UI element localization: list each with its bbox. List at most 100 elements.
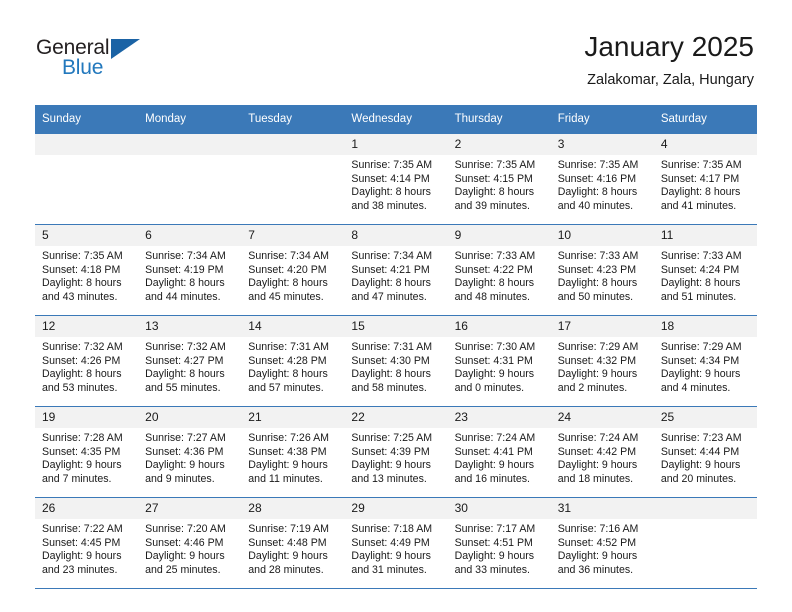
calendar-week-row: 26 Sunrise: 7:22 AM Sunset: 4:45 PM Dayligh… <box>35 497 757 589</box>
calendar-day-cell[interactable]: 15 Sunrise: 7:31 AM Sunset: 4:30 PM Dayligh… <box>344 315 448 407</box>
sunset-time: Sunset: 4:39 PM <box>351 445 430 458</box>
calendar-day-cell[interactable]: 26 Sunrise: 7:22 AM Sunset: 4:45 PM Dayligh… <box>35 497 139 589</box>
day-number: 10 <box>550 225 654 246</box>
daylight-hours: Daylight: 9 hours <box>557 459 638 472</box>
calendar-day-cell[interactable]: 16 Sunrise: 7:30 AM Sunset: 4:31 PM Dayligh… <box>447 315 551 407</box>
day-number: 27 <box>138 498 242 519</box>
day-number: 5 <box>35 225 139 246</box>
calendar-cell-empty <box>138 133 242 225</box>
calendar-day-cell[interactable]: 12 Sunrise: 7:32 AM Sunset: 4:26 PM Dayligh… <box>35 315 139 407</box>
calendar-day-cell[interactable]: 24 Sunrise: 7:24 AM Sunset: 4:42 PM Dayligh… <box>550 406 654 498</box>
day-details: Sunrise: 7:22 AM Sunset: 4:45 PM Daylight:… <box>35 519 138 577</box>
day-details: Sunrise: 7:32 AM Sunset: 4:26 PM Daylight:… <box>35 337 138 395</box>
day-details: Sunrise: 7:35 AM Sunset: 4:17 PM Daylight:… <box>654 155 757 213</box>
logo-text-blue: Blue <box>62 56 104 79</box>
sunrise-time: Sunrise: 7:32 AM <box>145 341 226 353</box>
daylight-hours: Daylight: 9 hours <box>42 550 122 563</box>
daylight-minutes: and 44 minutes. <box>145 290 221 303</box>
day-details: Sunrise: 7:31 AM Sunset: 4:28 PM Daylight:… <box>241 337 344 395</box>
title-block: January 2025 Zalakomar, Zala, Hungary <box>584 30 754 90</box>
daylight-hours: Daylight: 8 hours <box>660 186 741 199</box>
calendar-day-cell[interactable]: 23 Sunrise: 7:24 AM Sunset: 4:41 PM Dayligh… <box>447 406 551 498</box>
day-details: Sunrise: 7:16 AM Sunset: 4:52 PM Daylight:… <box>551 519 654 577</box>
daylight-minutes: and 11 minutes. <box>248 472 323 485</box>
daylight-hours: Daylight: 8 hours <box>248 368 328 381</box>
sunrise-time: Sunrise: 7:32 AM <box>42 341 123 353</box>
sunset-time: Sunset: 4:49 PM <box>351 536 430 549</box>
calendar-day-cell[interactable]: 22 Sunrise: 7:25 AM Sunset: 4:39 PM Dayligh… <box>344 406 448 498</box>
daylight-hours: Daylight: 9 hours <box>351 459 431 472</box>
day-number: 4 <box>653 134 757 155</box>
calendar-day-cell[interactable]: 4 Sunrise: 7:35 AM Sunset: 4:17 PM Daylight… <box>653 133 757 225</box>
daylight-hours: Daylight: 9 hours <box>557 368 638 381</box>
calendar-day-cell[interactable]: 30 Sunrise: 7:17 AM Sunset: 4:51 PM Dayligh… <box>447 497 551 589</box>
sunset-time: Sunset: 4:35 PM <box>42 445 121 458</box>
sunset-time: Sunset: 4:31 PM <box>454 354 533 367</box>
sunrise-time: Sunrise: 7:35 AM <box>42 250 123 262</box>
daylight-hours: Daylight: 9 hours <box>660 368 741 381</box>
day-details <box>241 155 344 159</box>
daylight-minutes: and 0 minutes. <box>454 381 525 394</box>
calendar-day-cell[interactable]: 18 Sunrise: 7:29 AM Sunset: 4:34 PM Dayligh… <box>653 315 757 407</box>
daylight-minutes: and 25 minutes. <box>145 563 221 576</box>
daylight-hours: Daylight: 8 hours <box>660 277 741 290</box>
day-number: 14 <box>241 316 345 337</box>
daylight-minutes: and 38 minutes. <box>351 199 427 212</box>
sunset-time: Sunset: 4:14 PM <box>351 172 430 185</box>
calendar-day-cell[interactable]: 17 Sunrise: 7:29 AM Sunset: 4:32 PM Dayligh… <box>550 315 654 407</box>
sunset-time: Sunset: 4:26 PM <box>42 354 121 367</box>
calendar-day-cell[interactable]: 5 Sunrise: 7:35 AM Sunset: 4:18 PM Daylight… <box>35 224 139 316</box>
daylight-hours: Daylight: 9 hours <box>454 459 535 472</box>
calendar-day-cell[interactable]: 9 Sunrise: 7:33 AM Sunset: 4:22 PM Daylight… <box>447 224 551 316</box>
daylight-hours: Daylight: 8 hours <box>351 186 431 199</box>
calendar-day-cell[interactable]: 6 Sunrise: 7:34 AM Sunset: 4:19 PM Daylight… <box>138 224 242 316</box>
generalblue-logo[interactable]: General Blue <box>36 36 236 86</box>
day-details: Sunrise: 7:35 AM Sunset: 4:14 PM Daylight:… <box>344 155 447 213</box>
calendar-day-cell[interactable]: 11 Sunrise: 7:33 AM Sunset: 4:24 PM Dayligh… <box>653 224 757 316</box>
daylight-minutes: and 36 minutes. <box>557 563 634 576</box>
page-header: General Blue January 2025 Zalakomar, Zal… <box>0 0 792 104</box>
calendar-day-cell[interactable]: 7 Sunrise: 7:34 AM Sunset: 4:20 PM Daylight… <box>241 224 345 316</box>
logo-triangle-icon <box>111 39 140 59</box>
day-details <box>654 519 757 523</box>
sunrise-time: Sunrise: 7:33 AM <box>454 250 536 262</box>
daylight-hours: Daylight: 9 hours <box>454 550 535 563</box>
day-details: Sunrise: 7:27 AM Sunset: 4:36 PM Daylight:… <box>138 428 241 486</box>
calendar-day-cell[interactable]: 3 Sunrise: 7:35 AM Sunset: 4:16 PM Daylight… <box>550 133 654 225</box>
daylight-minutes: and 2 minutes. <box>557 381 628 394</box>
day-details: Sunrise: 7:20 AM Sunset: 4:46 PM Daylight:… <box>138 519 241 577</box>
calendar-day-cell[interactable]: 19 Sunrise: 7:28 AM Sunset: 4:35 PM Dayligh… <box>35 406 139 498</box>
calendar-day-cell[interactable]: 28 Sunrise: 7:19 AM Sunset: 4:48 PM Dayligh… <box>241 497 345 589</box>
calendar-day-cell[interactable]: 27 Sunrise: 7:20 AM Sunset: 4:46 PM Dayligh… <box>138 497 242 589</box>
daylight-minutes: and 20 minutes. <box>660 472 737 485</box>
sunrise-time: Sunrise: 7:35 AM <box>660 159 742 171</box>
calendar-day-cell[interactable]: 25 Sunrise: 7:23 AM Sunset: 4:44 PM Dayligh… <box>653 406 757 498</box>
daylight-minutes: and 18 minutes. <box>557 472 634 485</box>
calendar-day-cell[interactable]: 13 Sunrise: 7:32 AM Sunset: 4:27 PM Dayligh… <box>138 315 242 407</box>
daylight-minutes: and 7 minutes. <box>42 472 112 485</box>
calendar-day-cell[interactable]: 8 Sunrise: 7:34 AM Sunset: 4:21 PM Daylight… <box>344 224 448 316</box>
calendar-day-cell[interactable]: 1 Sunrise: 7:35 AM Sunset: 4:14 PM Daylight… <box>344 133 448 225</box>
day-details: Sunrise: 7:17 AM Sunset: 4:51 PM Daylight:… <box>448 519 551 577</box>
calendar-day-cell[interactable]: 10 Sunrise: 7:33 AM Sunset: 4:23 PM Dayligh… <box>550 224 654 316</box>
day-details: Sunrise: 7:35 AM Sunset: 4:16 PM Daylight:… <box>551 155 654 213</box>
sunset-time: Sunset: 4:51 PM <box>454 536 533 549</box>
sunrise-time: Sunrise: 7:24 AM <box>454 432 536 444</box>
calendar-day-cell[interactable]: 29 Sunrise: 7:18 AM Sunset: 4:49 PM Dayligh… <box>344 497 448 589</box>
daylight-hours: Daylight: 8 hours <box>145 277 225 290</box>
calendar-day-cell[interactable]: 20 Sunrise: 7:27 AM Sunset: 4:36 PM Dayligh… <box>138 406 242 498</box>
sunrise-time: Sunrise: 7:33 AM <box>557 250 639 262</box>
calendar-day-cell[interactable]: 21 Sunrise: 7:26 AM Sunset: 4:38 PM Dayligh… <box>241 406 345 498</box>
calendar-day-cell[interactable]: 2 Sunrise: 7:35 AM Sunset: 4:15 PM Daylight… <box>447 133 551 225</box>
day-number: 18 <box>653 316 757 337</box>
calendar-day-cell[interactable]: 14 Sunrise: 7:31 AM Sunset: 4:28 PM Dayligh… <box>241 315 345 407</box>
daylight-minutes: and 50 minutes. <box>557 290 634 303</box>
day-details: Sunrise: 7:34 AM Sunset: 4:21 PM Daylight:… <box>344 246 447 304</box>
day-number: 2 <box>447 134 551 155</box>
daylight-minutes: and 57 minutes. <box>248 381 324 394</box>
sunset-time: Sunset: 4:42 PM <box>557 445 637 458</box>
sunrise-time: Sunrise: 7:26 AM <box>248 432 329 444</box>
day-details <box>35 155 138 159</box>
calendar-week-row: 5 Sunrise: 7:35 AM Sunset: 4:18 PM Daylight… <box>35 224 757 316</box>
calendar-day-cell[interactable]: 31 Sunrise: 7:16 AM Sunset: 4:52 PM Dayligh… <box>550 497 654 589</box>
